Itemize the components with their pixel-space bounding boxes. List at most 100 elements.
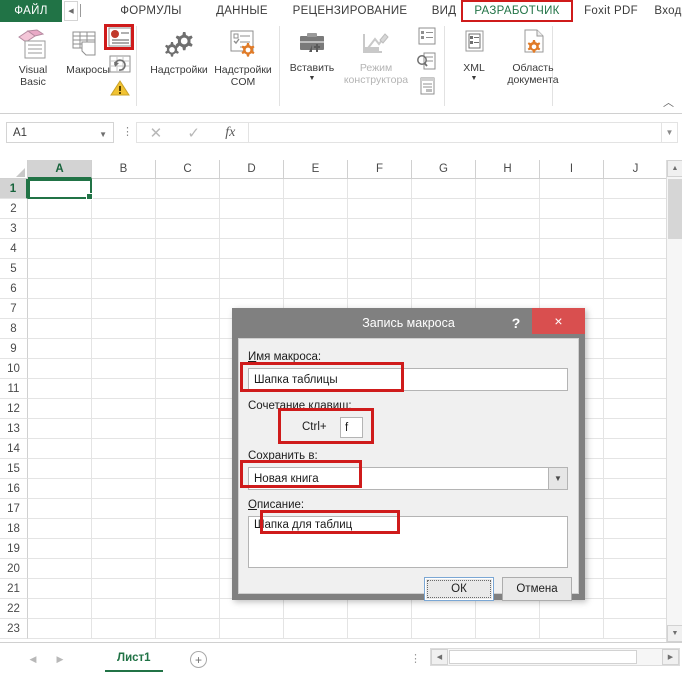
cell-C11[interactable] <box>156 379 220 399</box>
description-textarea[interactable]: Шапка для таблиц <box>248 516 568 568</box>
tab-sign-in[interactable]: Вход <box>648 0 682 22</box>
cell-A21[interactable] <box>28 579 92 599</box>
cell-C12[interactable] <box>156 399 220 419</box>
cell-I23[interactable] <box>540 619 604 639</box>
cell-A6[interactable] <box>28 279 92 299</box>
cell-J15[interactable] <box>604 459 668 479</box>
vertical-scrollbar-thumb[interactable] <box>668 179 682 239</box>
cell-A13[interactable] <box>28 419 92 439</box>
cancel-icon[interactable]: ✕ <box>150 124 163 142</box>
dialog-help-button[interactable]: ? <box>505 312 527 334</box>
row-header-11[interactable]: 11 <box>0 379 28 399</box>
xml-dropdown-caret[interactable]: ▼ <box>471 75 478 82</box>
cell-G5[interactable] <box>412 259 476 279</box>
column-header-b[interactable]: B <box>92 160 156 179</box>
cell-C3[interactable] <box>156 219 220 239</box>
cell-D3[interactable] <box>220 219 284 239</box>
cell-C10[interactable] <box>156 359 220 379</box>
row-header-8[interactable]: 8 <box>0 319 28 339</box>
macro-security-button[interactable] <box>106 78 134 98</box>
cell-J12[interactable] <box>604 399 668 419</box>
cell-C15[interactable] <box>156 459 220 479</box>
cancel-button[interactable]: Отмена <box>502 577 572 601</box>
cell-J8[interactable] <box>604 319 668 339</box>
cell-C6[interactable] <box>156 279 220 299</box>
confirm-icon[interactable]: ✓ <box>187 124 200 142</box>
cell-C7[interactable] <box>156 299 220 319</box>
cell-C23[interactable] <box>156 619 220 639</box>
cell-A16[interactable] <box>28 479 92 499</box>
cell-C2[interactable] <box>156 199 220 219</box>
cell-F1[interactable] <box>348 179 412 199</box>
tab-developer[interactable]: РАЗРАБОТЧИК <box>463 0 571 22</box>
cell-C4[interactable] <box>156 239 220 259</box>
row-header-21[interactable]: 21 <box>0 579 28 599</box>
cell-H1[interactable] <box>476 179 540 199</box>
cell-J13[interactable] <box>604 419 668 439</box>
cell-E3[interactable] <box>284 219 348 239</box>
column-header-g[interactable]: G <box>412 160 476 179</box>
cell-I6[interactable] <box>540 279 604 299</box>
cell-B9[interactable] <box>92 339 156 359</box>
add-sheet-button[interactable]: + <box>190 651 207 668</box>
cell-J6[interactable] <box>604 279 668 299</box>
cell-J19[interactable] <box>604 539 668 559</box>
cell-J4[interactable] <box>604 239 668 259</box>
row-header-17[interactable]: 17 <box>0 499 28 519</box>
cell-A2[interactable] <box>28 199 92 219</box>
cell-C21[interactable] <box>156 579 220 599</box>
cell-B14[interactable] <box>92 439 156 459</box>
cell-G2[interactable] <box>412 199 476 219</box>
row-header-20[interactable]: 20 <box>0 559 28 579</box>
row-header-22[interactable]: 22 <box>0 599 28 619</box>
row-header-7[interactable]: 7 <box>0 299 28 319</box>
shortcut-key-input[interactable]: f <box>340 417 363 438</box>
design-mode-button[interactable]: Режим конструктора <box>340 28 412 86</box>
cell-D22[interactable] <box>220 599 284 619</box>
cell-I4[interactable] <box>540 239 604 259</box>
column-header-j[interactable]: J <box>604 160 668 179</box>
cell-B5[interactable] <box>92 259 156 279</box>
cell-B22[interactable] <box>92 599 156 619</box>
cell-J1[interactable] <box>604 179 668 199</box>
cell-B4[interactable] <box>92 239 156 259</box>
cell-B18[interactable] <box>92 519 156 539</box>
cell-G1[interactable] <box>412 179 476 199</box>
macro-name-input[interactable]: Шапка таблицы <box>248 368 568 391</box>
row-header-12[interactable]: 12 <box>0 399 28 419</box>
cell-B6[interactable] <box>92 279 156 299</box>
cell-H6[interactable] <box>476 279 540 299</box>
cell-D2[interactable] <box>220 199 284 219</box>
run-dialog-button[interactable] <box>414 76 440 96</box>
cell-J20[interactable] <box>604 559 668 579</box>
cell-C14[interactable] <box>156 439 220 459</box>
cell-A7[interactable] <box>28 299 92 319</box>
cell-I5[interactable] <box>540 259 604 279</box>
visual-basic-button[interactable]: Visual Basic <box>6 28 60 88</box>
scroll-left-button[interactable]: ◀ <box>431 649 448 665</box>
cell-C18[interactable] <box>156 519 220 539</box>
cell-C16[interactable] <box>156 479 220 499</box>
tab-view[interactable]: ВИД <box>420 0 468 22</box>
cell-I1[interactable] <box>540 179 604 199</box>
row-header-18[interactable]: 18 <box>0 519 28 539</box>
cell-E1[interactable] <box>284 179 348 199</box>
row-header-16[interactable]: 16 <box>0 479 28 499</box>
cell-F22[interactable] <box>348 599 412 619</box>
ok-button[interactable]: ОК <box>424 577 494 601</box>
dialog-close-button[interactable]: × <box>532 308 585 334</box>
row-header-14[interactable]: 14 <box>0 439 28 459</box>
cell-G23[interactable] <box>412 619 476 639</box>
cell-G6[interactable] <box>412 279 476 299</box>
column-header-i[interactable]: I <box>540 160 604 179</box>
formula-input[interactable] <box>248 122 662 143</box>
expand-formula-bar-button[interactable]: ▼ <box>662 122 678 143</box>
row-header-3[interactable]: 3 <box>0 219 28 239</box>
cell-C5[interactable] <box>156 259 220 279</box>
cell-J18[interactable] <box>604 519 668 539</box>
cell-G22[interactable] <box>412 599 476 619</box>
cell-J17[interactable] <box>604 499 668 519</box>
scroll-down-button[interactable]: ▼ <box>667 625 682 642</box>
cell-A12[interactable] <box>28 399 92 419</box>
cell-B15[interactable] <box>92 459 156 479</box>
